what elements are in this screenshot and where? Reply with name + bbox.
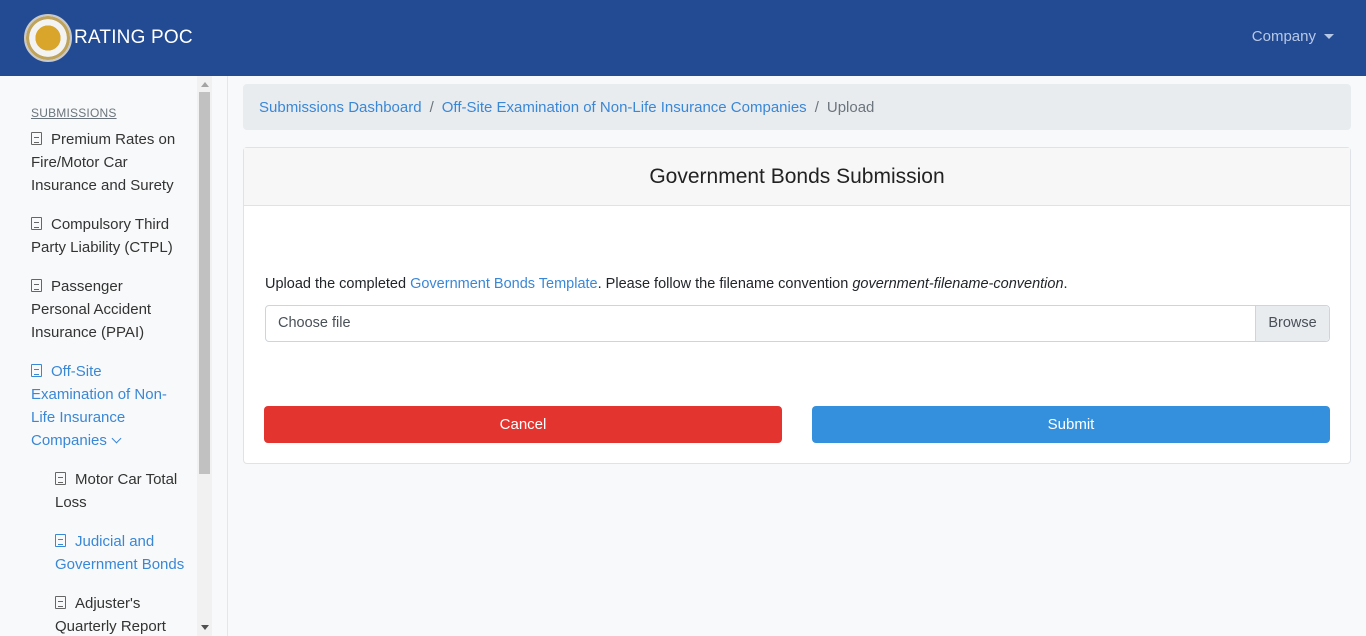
brand-title: RATING POC bbox=[74, 27, 193, 48]
sidebar-heading: SUBMISSIONS bbox=[31, 106, 117, 120]
cancel-button[interactable]: Cancel bbox=[264, 406, 782, 443]
breadcrumb: Submissions Dashboard / Off-Site Examina… bbox=[243, 84, 1351, 130]
document-icon bbox=[55, 472, 66, 485]
document-icon bbox=[31, 364, 42, 377]
sidebar-item-label: Compulsory Third Party Liability (CTPL) bbox=[31, 216, 173, 256]
breadcrumb-submissions-dashboard[interactable]: Submissions Dashboard bbox=[259, 99, 422, 116]
sidebar-subitem-motor-car-total-loss[interactable]: Motor Car Total Loss bbox=[55, 468, 196, 514]
instruction-middle: . Please follow the filename convention bbox=[597, 276, 853, 292]
sidebar-subitem-label: Adjuster's Quarterly Report bbox=[55, 595, 166, 635]
breadcrumb-separator: / bbox=[814, 98, 819, 116]
company-dropdown[interactable]: Company bbox=[1252, 28, 1334, 45]
file-input-placeholder[interactable]: Choose file bbox=[266, 306, 1255, 341]
document-icon bbox=[31, 217, 42, 230]
document-icon bbox=[55, 596, 66, 609]
card-header: Government Bonds Submission bbox=[244, 148, 1350, 206]
company-dropdown-label: Company bbox=[1251, 28, 1316, 45]
upload-instructions: Upload the completed Government Bonds Te… bbox=[265, 276, 1068, 292]
sidebar-item-ppai[interactable]: Passenger Personal Accident Insurance (P… bbox=[31, 275, 196, 344]
instruction-prefix: Upload the completed bbox=[265, 276, 411, 292]
top-navbar: RATING POC Company bbox=[0, 0, 1366, 76]
instruction-suffix: . bbox=[1063, 276, 1068, 292]
template-link[interactable]: Government Bonds Template bbox=[410, 276, 598, 292]
sidebar: SUBMISSIONS Premium Rates on Fire/Motor … bbox=[0, 76, 212, 636]
file-upload-input[interactable]: Choose file Browse bbox=[265, 305, 1330, 342]
sidebar-subitem-adjusters-quarterly-report[interactable]: Adjuster's Quarterly Report bbox=[55, 592, 196, 636]
submit-button[interactable]: Submit bbox=[812, 406, 1330, 443]
breadcrumb-separator: / bbox=[429, 98, 434, 116]
filename-convention: government-filename-convention bbox=[852, 276, 1064, 292]
document-icon bbox=[31, 132, 42, 145]
breadcrumb-off-site-examination[interactable]: Off-Site Examination of Non-Life Insuran… bbox=[442, 99, 807, 116]
sidebar-item-label: Passenger Personal Accident Insurance (P… bbox=[31, 278, 152, 341]
chevron-down-icon bbox=[111, 433, 122, 444]
sidebar-subitem-judicial-government-bonds[interactable]: Judicial and Government Bonds bbox=[55, 530, 196, 576]
caret-down-icon bbox=[1324, 34, 1334, 39]
browse-button[interactable]: Browse bbox=[1255, 306, 1329, 341]
scroll-down-arrow-icon[interactable] bbox=[201, 625, 209, 630]
submission-card: Government Bonds Submission Upload the c… bbox=[243, 147, 1351, 464]
sidebar-item-premium-rates[interactable]: Premium Rates on Fire/Motor Car Insuranc… bbox=[31, 128, 196, 197]
card-title: Government Bonds Submission bbox=[649, 164, 945, 188]
scroll-up-arrow-icon[interactable] bbox=[201, 82, 209, 87]
sidebar-item-off-site-examination[interactable]: Off-Site Examination of Non-Life Insuran… bbox=[31, 360, 196, 452]
sidebar-subitem-label: Judicial and Government Bonds bbox=[55, 533, 185, 573]
sidebar-item-ctpl[interactable]: Compulsory Third Party Liability (CTPL) bbox=[31, 213, 196, 259]
document-icon bbox=[55, 534, 66, 547]
sidebar-item-label: Off-Site Examination of Non-Life Insuran… bbox=[31, 363, 167, 449]
sidebar-item-label: Premium Rates on Fire/Motor Car Insuranc… bbox=[31, 131, 176, 194]
sidebar-divider bbox=[227, 76, 228, 636]
brand[interactable]: RATING POC bbox=[24, 14, 193, 62]
scrollbar-thumb[interactable] bbox=[199, 92, 210, 474]
sidebar-scrollbar[interactable] bbox=[197, 76, 212, 636]
breadcrumb-current: Upload bbox=[826, 98, 875, 116]
document-icon bbox=[31, 279, 42, 292]
insurance-commission-seal-logo bbox=[24, 14, 72, 62]
sidebar-subitem-label: Motor Car Total Loss bbox=[55, 471, 178, 511]
